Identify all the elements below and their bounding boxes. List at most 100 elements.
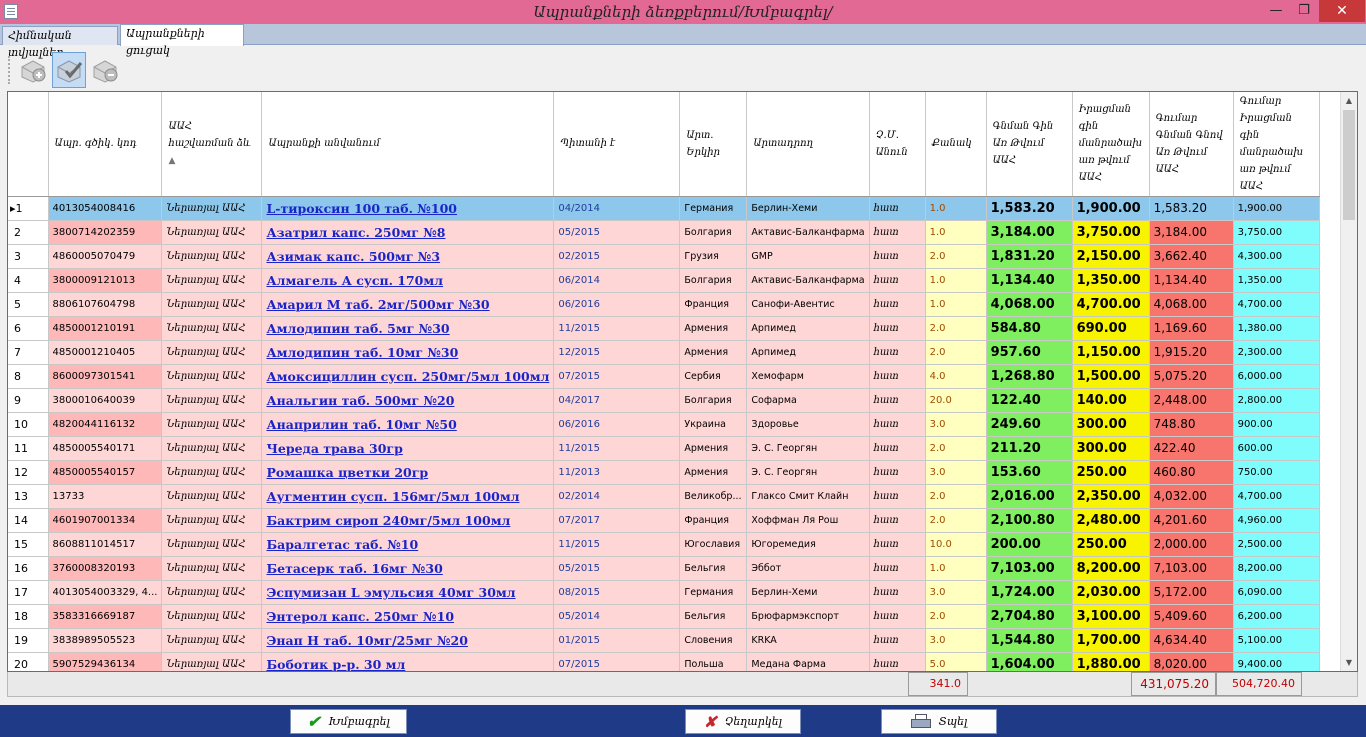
scroll-down-icon[interactable]: ▼	[1341, 654, 1357, 671]
table-row[interactable]: 11 4850005540171 Ներառյալ ԱԱՀ Череда трава …	[8, 436, 1320, 461]
expiry-cell[interactable]: 02/2014	[553, 484, 681, 509]
product-name-link[interactable]: Амлодипин таб. 5мг №30	[261, 316, 555, 341]
manufacturer-cell[interactable]: Э. С. Георгян	[746, 436, 870, 461]
table-row[interactable]: 18 3583316669187 Ներառյալ ԱԱՀ Энтерол капс.…	[8, 604, 1320, 629]
purchase-sum-cell[interactable]: 5,409.60	[1149, 604, 1234, 629]
country-cell[interactable]: Сербия	[679, 364, 748, 389]
table-row[interactable]: 8 8600097301541 Ներառյալ ԱԱՀ Амоксициллин с…	[8, 364, 1320, 389]
barcode-cell[interactable]: 3760008320193	[48, 556, 163, 581]
sale-sum-cell[interactable]: 900.00	[1233, 412, 1320, 437]
remove-row-button[interactable]	[88, 52, 122, 88]
col-header-unit[interactable]: Չ.Մ. Անուն	[869, 92, 926, 197]
vat-method-cell[interactable]: Ներառյալ ԱԱՀ	[161, 580, 263, 605]
scroll-thumb[interactable]	[1343, 110, 1355, 220]
barcode-cell[interactable]: 3838989505523	[48, 628, 163, 653]
close-button[interactable]: ✕	[1319, 0, 1365, 22]
purchase-price-cell[interactable]: 1,831.20	[986, 244, 1073, 269]
unit-cell[interactable]: հատ	[869, 460, 926, 485]
unit-cell[interactable]: հատ	[869, 556, 926, 581]
row-number[interactable]: 12	[8, 460, 49, 485]
purchase-sum-cell[interactable]: 5,075.20	[1149, 364, 1234, 389]
manufacturer-cell[interactable]: Глаксо Смит Клайн	[746, 484, 870, 509]
country-cell[interactable]: Югославия	[679, 532, 748, 557]
expiry-cell[interactable]: 07/2017	[553, 508, 681, 533]
purchase-price-cell[interactable]: 1,544.80	[986, 628, 1073, 653]
expiry-cell[interactable]: 06/2016	[553, 292, 681, 317]
table-row[interactable]: 3 4860005070479 Ներառյալ ԱԱՀ Азимак капс. 5…	[8, 244, 1320, 269]
row-number[interactable]: 19	[8, 628, 49, 653]
sale-sum-cell[interactable]: 2,300.00	[1233, 340, 1320, 365]
sale-sum-cell[interactable]: 750.00	[1233, 460, 1320, 485]
sale-price-cell[interactable]: 690.00	[1072, 316, 1150, 341]
sale-price-cell[interactable]: 1,350.00	[1072, 268, 1150, 293]
table-row[interactable]: 16 3760008320193 Ներառյալ ԱԱՀ Бетасерк таб.…	[8, 556, 1320, 581]
purchase-price-cell[interactable]: 153.60	[986, 460, 1073, 485]
expiry-cell[interactable]: 05/2014	[553, 604, 681, 629]
quantity-cell[interactable]: 2.0	[925, 484, 987, 509]
purchase-price-cell[interactable]: 2,100.80	[986, 508, 1073, 533]
purchase-price-cell[interactable]: 211.20	[986, 436, 1073, 461]
country-cell[interactable]: Германия	[679, 196, 748, 221]
product-name-link[interactable]: Анаприлин таб. 10мг №50	[261, 412, 555, 437]
unit-cell[interactable]: հատ	[869, 388, 926, 413]
quantity-cell[interactable]: 2.0	[925, 340, 987, 365]
purchase-price-cell[interactable]: 1,604.00	[986, 652, 1073, 671]
table-row[interactable]: 20 5907529436134 Ներառյալ ԱԱՀ Боботик р-р. …	[8, 652, 1320, 671]
quantity-cell[interactable]: 2.0	[925, 508, 987, 533]
barcode-cell[interactable]: 5907529436134	[48, 652, 163, 671]
sale-sum-cell[interactable]: 6,090.00	[1233, 580, 1320, 605]
row-number[interactable]: 4	[8, 268, 49, 293]
quantity-cell[interactable]: 2.0	[925, 604, 987, 629]
expiry-cell[interactable]: 12/2015	[553, 340, 681, 365]
col-header-product-name[interactable]: Ապրանքի անվանում	[261, 92, 555, 197]
manufacturer-cell[interactable]: Арпимед	[746, 316, 870, 341]
edit-button[interactable]: ✔ Խմբագրել	[290, 709, 407, 734]
country-cell[interactable]: Бельгия	[679, 604, 748, 629]
sale-sum-cell[interactable]: 1,380.00	[1233, 316, 1320, 341]
expiry-cell[interactable]: 04/2014	[553, 196, 681, 221]
product-name-link[interactable]: Азатрил капс. 250мг №8	[261, 220, 555, 245]
sale-price-cell[interactable]: 2,480.00	[1072, 508, 1150, 533]
row-number[interactable]: 2	[8, 220, 49, 245]
manufacturer-cell[interactable]: Санофи-Авентис	[746, 292, 870, 317]
col-header-quantity[interactable]: Քանակ	[925, 92, 987, 197]
quantity-cell[interactable]: 1.0	[925, 268, 987, 293]
purchase-sum-cell[interactable]: 7,103.00	[1149, 556, 1234, 581]
purchase-sum-cell[interactable]: 1,134.40	[1149, 268, 1234, 293]
sale-price-cell[interactable]: 1,700.00	[1072, 628, 1150, 653]
table-row[interactable]: 17 4013054003329, 4... Ներառյալ ԱԱՀ Эспумиз…	[8, 580, 1320, 605]
table-row[interactable]: 4 3800009121013 Ներառյալ ԱԱՀ Алмагель А сус…	[8, 268, 1320, 293]
manufacturer-cell[interactable]: Хоффман Ля Рош	[746, 508, 870, 533]
barcode-cell[interactable]: 3800714202359	[48, 220, 163, 245]
expiry-cell[interactable]: 07/2015	[553, 364, 681, 389]
barcode-cell[interactable]: 4850001210191	[48, 316, 163, 341]
vat-method-cell[interactable]: Ներառյալ ԱԱՀ	[161, 340, 263, 365]
expiry-cell[interactable]: 01/2015	[553, 628, 681, 653]
row-number[interactable]: 16	[8, 556, 49, 581]
purchase-sum-cell[interactable]: 2,448.00	[1149, 388, 1234, 413]
quantity-cell[interactable]: 2.0	[925, 436, 987, 461]
product-name-link[interactable]: Амлодипин таб. 10мг №30	[261, 340, 555, 365]
purchase-sum-cell[interactable]: 4,634.40	[1149, 628, 1234, 653]
sale-price-cell[interactable]: 3,100.00	[1072, 604, 1150, 629]
purchase-price-cell[interactable]: 1,134.40	[986, 268, 1073, 293]
purchase-price-cell[interactable]: 7,103.00	[986, 556, 1073, 581]
barcode-cell[interactable]: 13733	[48, 484, 163, 509]
manufacturer-cell[interactable]: Актавис-Балканфарма	[746, 268, 870, 293]
vat-method-cell[interactable]: Ներառյալ ԱԱՀ	[161, 364, 263, 389]
unit-cell[interactable]: հատ	[869, 580, 926, 605]
row-number[interactable]: 8	[8, 364, 49, 389]
sale-sum-cell[interactable]: 9,400.00	[1233, 652, 1320, 671]
purchase-price-cell[interactable]: 3,184.00	[986, 220, 1073, 245]
expiry-cell[interactable]: 04/2017	[553, 388, 681, 413]
manufacturer-cell[interactable]: Здоровье	[746, 412, 870, 437]
unit-cell[interactable]: հատ	[869, 436, 926, 461]
unit-cell[interactable]: հատ	[869, 292, 926, 317]
sale-sum-cell[interactable]: 4,700.00	[1233, 484, 1320, 509]
vat-method-cell[interactable]: Ներառյալ ԱԱՀ	[161, 532, 263, 557]
sale-sum-cell[interactable]: 4,300.00	[1233, 244, 1320, 269]
product-name-link[interactable]: Ромашка цветки 20гр	[261, 460, 555, 485]
manufacturer-cell[interactable]: GMP	[746, 244, 870, 269]
country-cell[interactable]: Великобр...	[679, 484, 748, 509]
row-number[interactable]: ▸1	[8, 196, 49, 221]
